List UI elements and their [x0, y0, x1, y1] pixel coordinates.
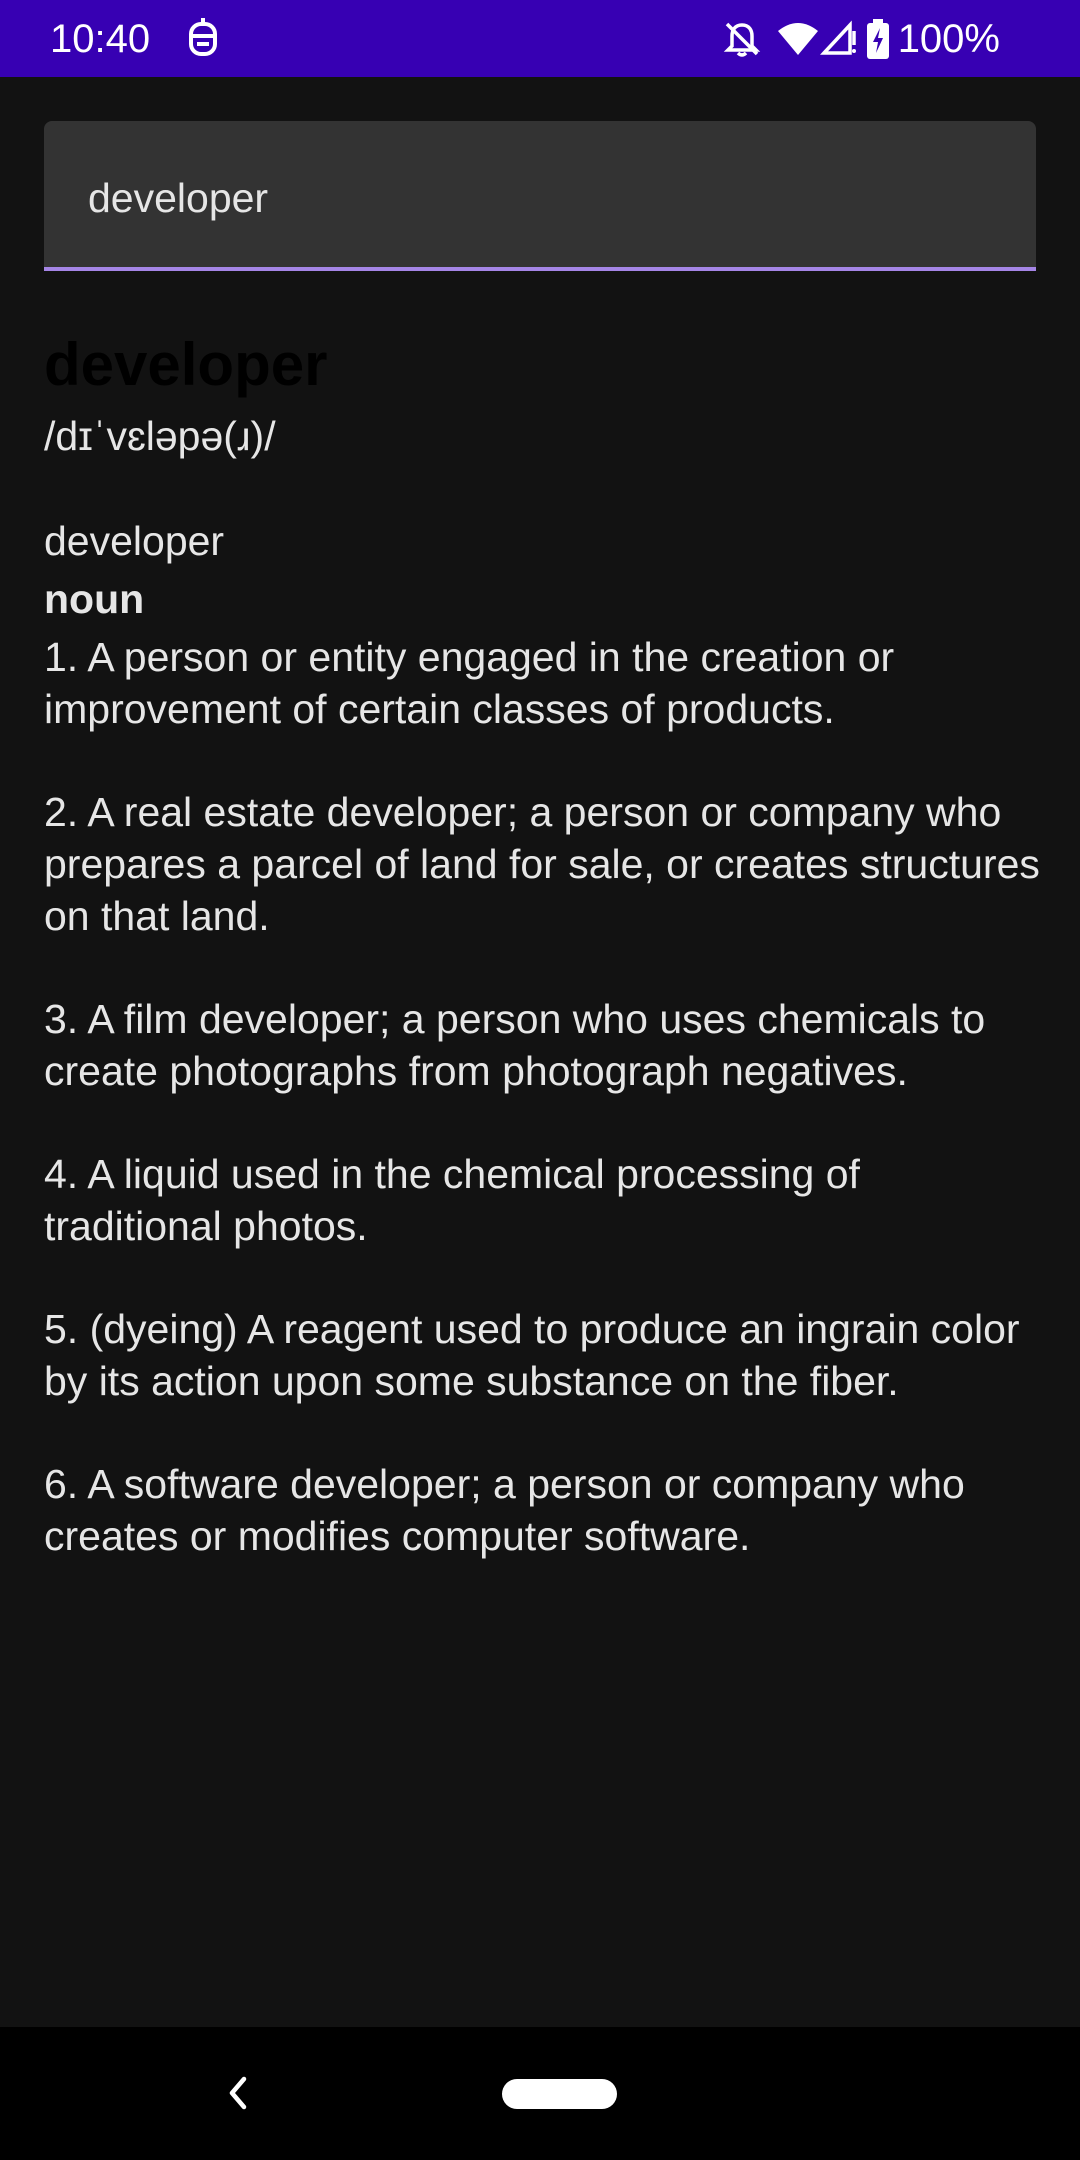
- wifi-icon: [776, 19, 820, 59]
- definition-list: 1. A person or entity engaged in the cre…: [44, 631, 1044, 1613]
- navigation-bar: [0, 2027, 1080, 2160]
- assistant-icon: [183, 18, 223, 60]
- definition-item: 5. (dyeing) A reagent used to produce an…: [44, 1306, 1020, 1404]
- dictionary-screen: developer developer /dɪˈvɛləpə(ɹ)/ devel…: [0, 77, 1080, 2027]
- status-bar: 10:40 100%: [0, 0, 1080, 77]
- back-chevron-icon[interactable]: [222, 2073, 254, 2113]
- status-icons: 100%: [722, 14, 1000, 64]
- signal-icon: [819, 19, 858, 59]
- search-input-value[interactable]: developer: [88, 173, 268, 223]
- phonetic-transcription: /dɪˈvɛləpə(ɹ)/: [44, 413, 276, 459]
- part-of-speech: noun: [44, 576, 145, 622]
- battery-charging-icon: [866, 19, 890, 59]
- headword: developer: [44, 331, 328, 398]
- definition-item: 2. A real estate developer; a person or …: [44, 789, 1040, 939]
- battery-percentage: 100%: [897, 17, 1000, 61]
- search-input[interactable]: developer: [44, 121, 1036, 271]
- definition-item: 4. A liquid used in the chemical process…: [44, 1151, 860, 1249]
- notifications-off-icon: [722, 19, 762, 59]
- entry-word: developer: [44, 518, 225, 564]
- home-pill-icon[interactable]: [502, 2079, 617, 2109]
- definition-item: 3. A film developer; a person who uses c…: [44, 996, 986, 1094]
- definition-item: 1. A person or entity engaged in the cre…: [44, 634, 895, 732]
- definition-item: 6. A software developer; a person or com…: [44, 1461, 965, 1559]
- status-time: 10:40: [50, 17, 151, 61]
